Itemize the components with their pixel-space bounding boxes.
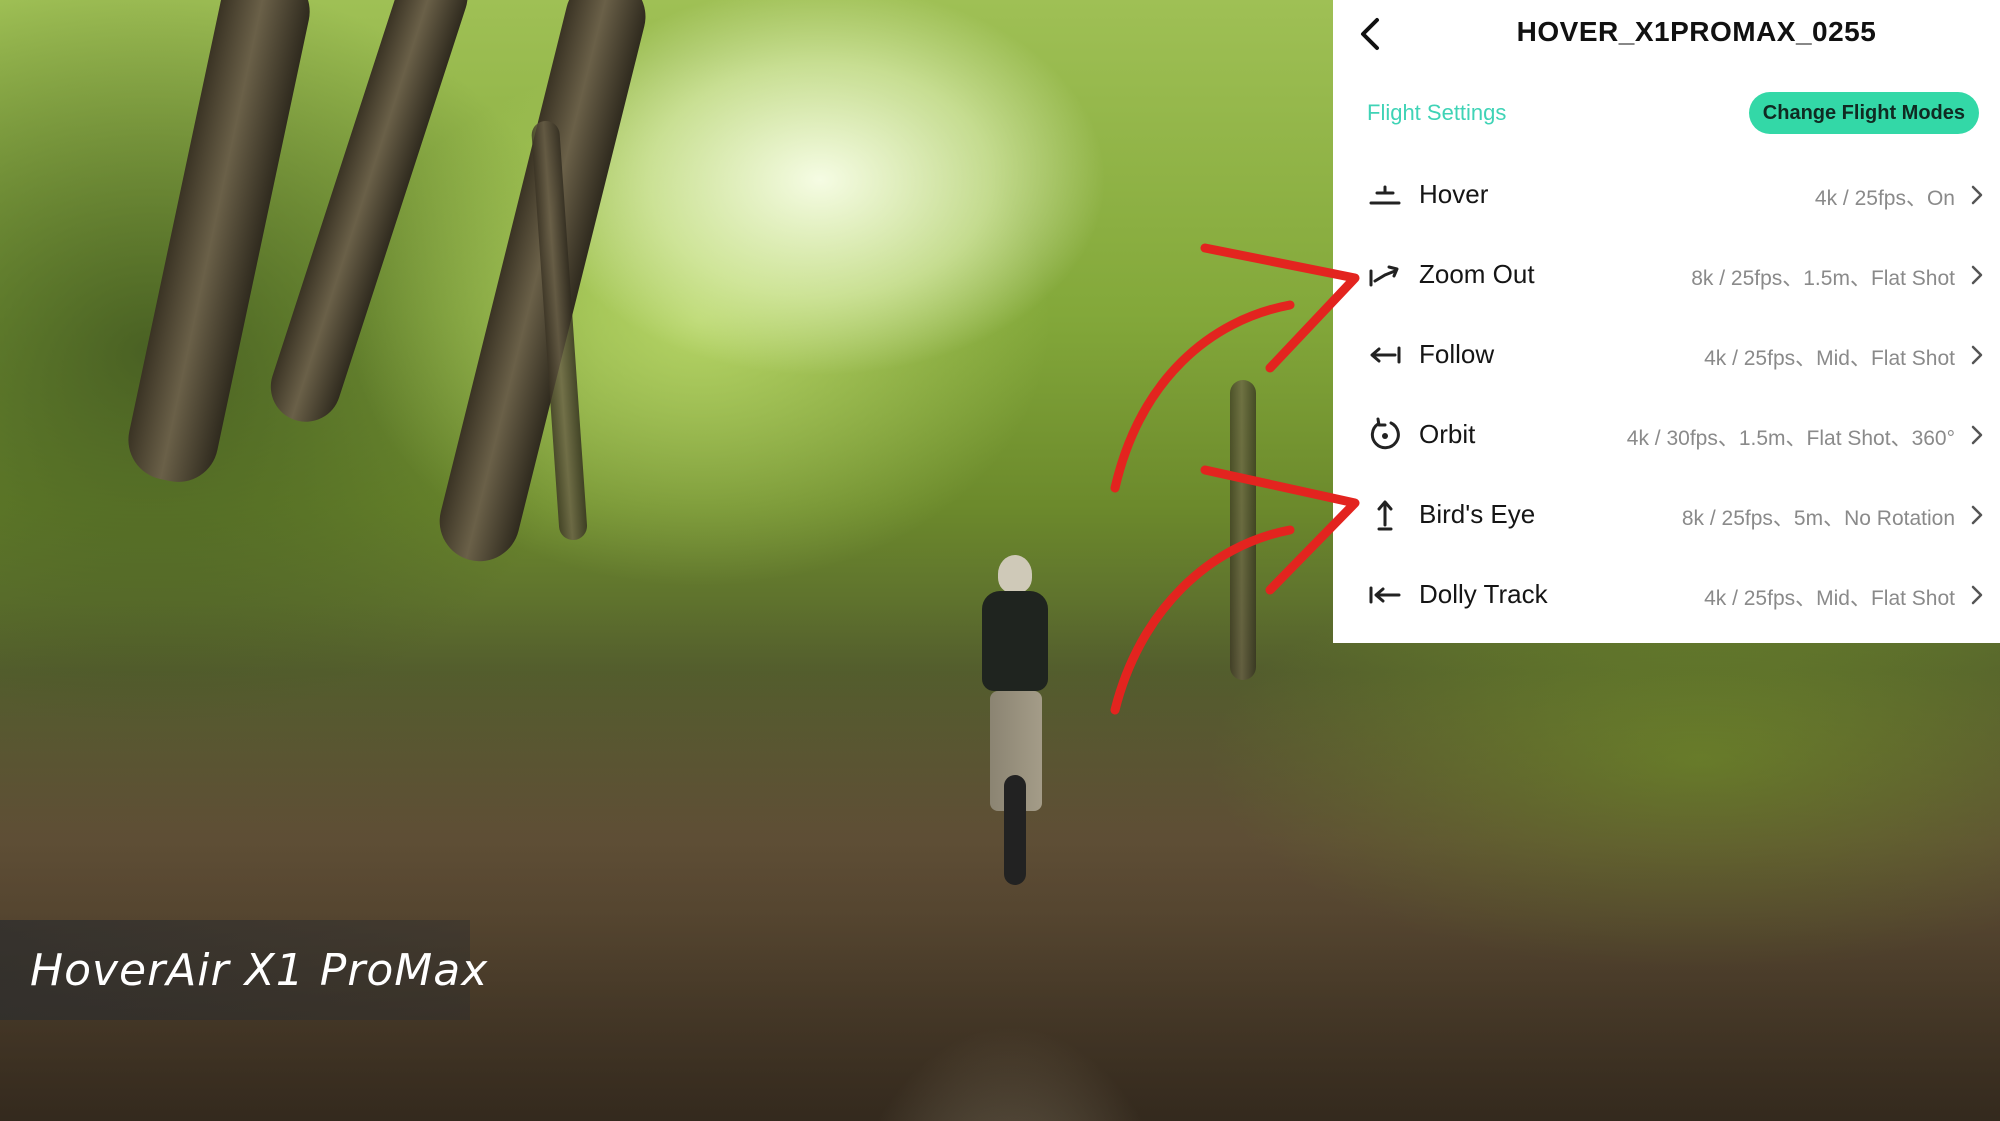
video-frame: HoverAir X1 ProMax HOVER_X1PROMAX_0255 F… xyxy=(0,0,2000,1121)
mode-row-hover[interactable]: Hover 4k / 25fps、On xyxy=(1333,155,2000,235)
mode-row-orbit[interactable]: Orbit 4k / 30fps、1.5m、Flat Shot、360° xyxy=(1333,395,2000,475)
chevron-right-icon xyxy=(1971,585,1983,605)
cyclist-helmet xyxy=(998,555,1032,593)
mode-detail: 4k / 25fps、Mid、Flat Shot xyxy=(1704,587,1955,610)
change-flight-modes-button[interactable]: Change Flight Modes xyxy=(1748,92,1979,134)
mode-detail: 4k / 25fps、Mid、Flat Shot xyxy=(1704,347,1955,370)
bicycle-wheel xyxy=(1004,775,1026,885)
flight-settings-panel: HOVER_X1PROMAX_0255 Flight Settings Chan… xyxy=(1333,0,2000,643)
chevron-right-icon xyxy=(1971,265,1983,285)
caption-text: HoverAir X1 ProMax xyxy=(30,945,489,996)
mode-row-zoom-out[interactable]: Zoom Out 8k / 25fps、1.5m、Flat Shot xyxy=(1333,235,2000,315)
mode-name: Follow xyxy=(1419,339,1495,369)
zoom-out-icon xyxy=(1369,265,1399,287)
mode-detail: 4k / 25fps、On xyxy=(1814,187,1955,210)
chevron-right-icon xyxy=(1971,505,1983,525)
orbit-icon xyxy=(1370,417,1400,450)
mode-row-dolly-track[interactable]: Dolly Track 4k / 25fps、Mid、Flat Shot xyxy=(1333,555,2000,635)
chevron-right-icon xyxy=(1971,345,1983,365)
mode-detail: 4k / 30fps、1.5m、Flat Shot、360° xyxy=(1626,427,1955,450)
page-title: HOVER_X1PROMAX_0255 xyxy=(1516,16,1877,47)
mode-detail: 8k / 25fps、5m、No Rotation xyxy=(1681,507,1955,530)
mode-name: Dolly Track xyxy=(1419,579,1548,609)
mode-detail: 8k / 25fps、1.5m、Flat Shot xyxy=(1691,267,1955,290)
mode-name: Hover xyxy=(1419,179,1489,209)
panel-header: HOVER_X1PROMAX_0255 xyxy=(1333,0,2000,70)
follow-icon xyxy=(1370,346,1401,364)
dolly-track-icon xyxy=(1369,586,1401,604)
birds-eye-icon xyxy=(1377,500,1393,531)
chevron-right-icon xyxy=(1971,425,1983,445)
chevron-left-icon xyxy=(1361,18,1379,50)
chevron-right-icon xyxy=(1971,185,1983,205)
mode-name: Bird's Eye xyxy=(1419,499,1536,529)
cyclist xyxy=(960,555,1070,885)
flight-mode-list: Hover 4k / 25fps、On Zoom Out 8k / 25fps、… xyxy=(1333,155,2000,635)
tab-flight-settings[interactable]: Flight Settings xyxy=(1367,100,1506,126)
back-button[interactable] xyxy=(1353,14,1389,54)
cyclist-backpack xyxy=(982,591,1048,691)
hover-icon xyxy=(1369,185,1401,205)
mode-name: Zoom Out xyxy=(1419,259,1535,289)
mode-row-follow[interactable]: Follow 4k / 25fps、Mid、Flat Shot xyxy=(1333,315,2000,395)
mode-row-birds-eye[interactable]: Bird's Eye 8k / 25fps、5m、No Rotation xyxy=(1333,475,2000,555)
tree-trunk xyxy=(1230,380,1256,680)
mode-name: Orbit xyxy=(1419,419,1476,449)
